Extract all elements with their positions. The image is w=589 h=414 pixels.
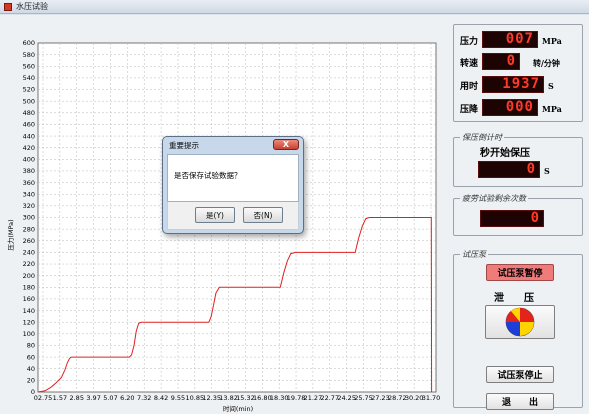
y-tick-label: 540 [23,74,35,82]
save-dialog: 重要提示 X 是否保存试验数据？ 是(Y) 否(N) [162,136,304,234]
speed-label: 转速 [460,59,479,69]
window-titlebar: 水压试验 [0,0,589,14]
window-title: 水压试验 [16,2,48,11]
hold-group: 保压倒计时 秒开始保压 0 S [453,132,583,187]
y-tick-label: 20 [27,377,35,385]
dialog-yes-button[interactable]: 是(Y) [195,207,235,223]
y-tick-label: 260 [23,237,35,245]
dialog-message: 是否保存试验数据？ [174,171,242,180]
x-axis-label: 时间(min) [223,404,253,413]
pump-wheel-icon [505,307,535,337]
pump-pause-button[interactable]: 试压泵暂停 [486,264,554,281]
y-tick-label: 440 [23,132,35,140]
y-tick-label: 460 [23,121,35,129]
x-tick-label: 13.82 [219,394,238,402]
x-tick-label: 10.85 [186,394,205,402]
x-tick-label: 16.80 [253,394,272,402]
dialog-no-button[interactable]: 否(N) [243,207,283,223]
x-tick-label: 31.70 [422,394,441,402]
dialog-title: 重要提示 [169,141,199,150]
hold-text: 秒开始保压 [480,148,530,159]
y-tick-label: 360 [23,179,35,187]
fatigue-legend: 疲劳试验剩余次数 [460,193,528,204]
y-tick-label: 380 [23,167,35,175]
y-tick-label: 480 [23,109,35,117]
y-tick-label: 140 [23,307,35,315]
y-tick-label: 520 [23,86,35,94]
drop-unit: MPa [542,104,562,114]
y-tick-label: 160 [23,295,35,303]
pump-legend: 试压泵 [460,249,488,260]
x-tick-label: 22.77 [320,394,339,402]
y-tick-label: 420 [23,144,35,152]
x-tick-label: 18.30 [270,394,289,402]
y-tick-label: 320 [23,202,35,210]
drop-label: 压降 [460,105,479,115]
hold-legend: 保压倒计时 [460,132,504,143]
x-tick-label: 15.32 [236,394,255,402]
y-tick-label: 280 [23,225,35,233]
y-tick-label: 120 [23,318,35,326]
fatigue-group: 疲劳试验剩余次数 0 [453,193,583,236]
x-tick-label: 30.20 [405,394,424,402]
x-tick-label: 19.78 [287,394,306,402]
x-tick-label: 8.42 [154,394,168,402]
pressure-unit: MPa [542,36,562,46]
pump-stop-button[interactable]: 试压泵停止 [486,366,554,383]
x-tick-label: 12.35 [202,394,221,402]
y-tick-label: 100 [23,330,35,338]
x-tick-label: 27.23 [371,394,390,402]
readings-group: 压力 007 MPa 转速 0 转/分钟 用时 1937 S 压降 000 MP… [453,24,583,122]
elapsed-label: 用时 [460,82,479,92]
dialog-body: 是否保存试验数据？ [167,154,299,202]
y-tick-label: 500 [23,97,35,105]
y-tick-label: 60 [27,353,35,361]
hold-display: 0 [478,161,540,178]
drop-display: 000 [482,99,538,116]
y-tick-label: 300 [23,214,35,222]
pressure-display: 007 [482,31,538,48]
speed-unit: 转/分钟 [533,58,560,68]
release-button[interactable] [485,305,555,339]
elapsed-display: 1937 [482,76,544,93]
fatigue-display: 0 [480,210,544,227]
x-tick-label: 2.85 [69,394,83,402]
speed-display: 0 [482,53,520,70]
x-tick-label: 21.27 [304,394,323,402]
app-icon [4,2,12,11]
x-tick-label: 9.55 [171,394,185,402]
y-tick-label: 340 [23,190,35,198]
x-tick-label: 6.20 [120,394,134,402]
exit-button[interactable]: 退 出 [486,393,554,410]
x-tick-label: 1.57 [53,394,67,402]
x-tick-label: 3.97 [86,394,100,402]
x-tick-label: 25.75 [354,394,373,402]
y-tick-label: 400 [23,156,35,164]
y-tick-label: 180 [23,284,35,292]
y-tick-label: 560 [23,62,35,70]
y-tick-label: 220 [23,260,35,268]
pressure-label: 压力 [460,37,479,47]
x-tick-label: 02.75 [34,394,53,402]
x-tick-label: 7.32 [137,394,151,402]
dialog-close-button[interactable]: X [273,139,299,150]
y-tick-label: 600 [23,39,35,47]
release-label: 泄 压 [494,293,534,304]
y-tick-label: 80 [27,342,35,350]
y-axis-label: 压力(MPa) [6,219,15,250]
x-tick-label: 24.25 [337,394,356,402]
hold-unit: S [544,166,550,176]
elapsed-unit: S [548,81,554,91]
y-tick-label: 40 [27,365,35,373]
y-tick-label: 240 [23,249,35,257]
y-tick-label: 580 [23,51,35,59]
x-tick-label: 5.07 [103,394,117,402]
y-tick-label: 200 [23,272,35,280]
x-tick-label: 28.72 [388,394,407,402]
